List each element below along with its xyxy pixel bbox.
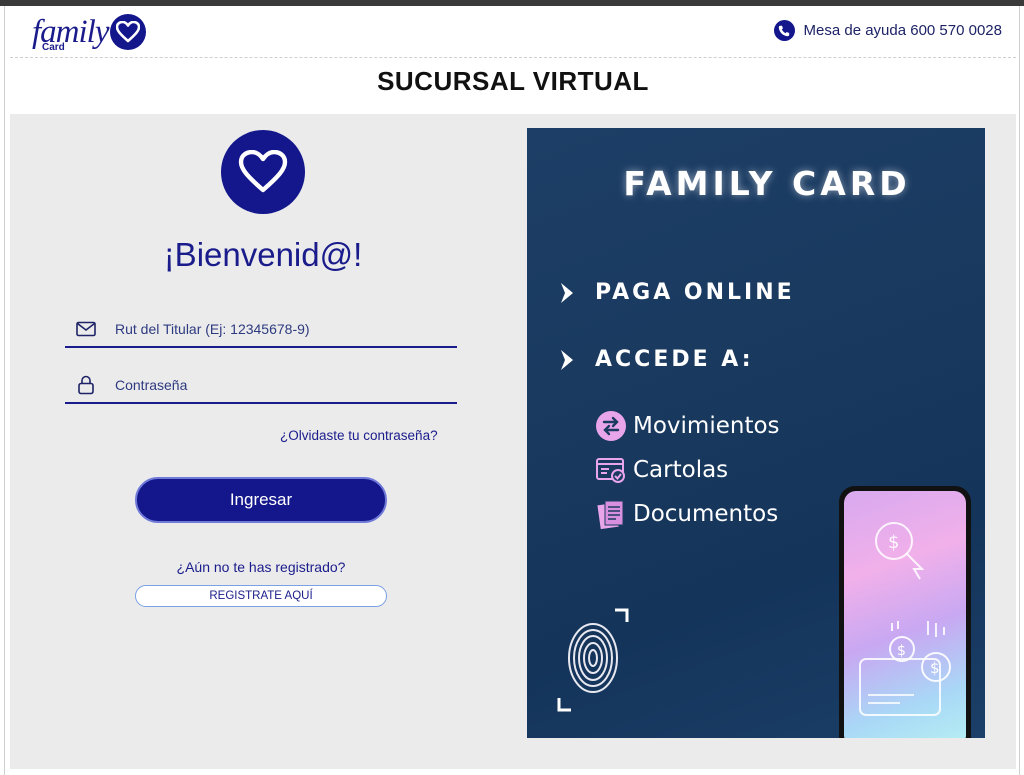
main-panel: ¡Bienvenid@! ¿Olvidaste tu contraseña? I… <box>10 114 1016 769</box>
logo-subtext: Card <box>42 41 65 53</box>
heart-icon <box>221 130 305 214</box>
svg-text:$: $ <box>897 643 906 659</box>
register-button[interactable]: REGISTRATE AQUÍ <box>135 585 387 607</box>
svg-text:$: $ <box>930 659 940 677</box>
not-registered-text: ¿Aún no te has registrado? <box>176 559 346 575</box>
envelope-icon <box>75 318 97 340</box>
promo-line2-label: ACCEDE A: <box>595 347 754 372</box>
promo-access: ACCEDE A: <box>557 347 754 372</box>
promo-item-label: Cartolas <box>633 457 729 483</box>
promo-item-movimientos: Movimientos <box>595 410 780 442</box>
documents-icon <box>595 498 627 530</box>
svg-text:$: $ <box>888 532 899 553</box>
rut-field <box>65 312 457 348</box>
site-header: family Card Mesa de ayuda 600 570 0028 <box>10 6 1016 58</box>
promo-line1-label: PAGA ONLINE <box>595 280 795 305</box>
page-title: SUCURSAL VIRTUAL <box>377 66 649 96</box>
transfer-icon <box>595 410 627 442</box>
phone-screen: $ $ $ <box>844 491 966 738</box>
welcome-heading: ¡Bienvenid@! <box>163 236 363 273</box>
promo-item-cartolas: Cartolas <box>595 454 728 486</box>
logo-wordmark: family Card <box>32 15 109 52</box>
helpdesk-label: Mesa de ayuda 600 570 0028 <box>803 22 1003 39</box>
statement-icon <box>595 454 627 486</box>
login-button[interactable]: Ingresar <box>135 477 387 523</box>
chevron-right-icon <box>561 349 573 370</box>
heart-icon <box>110 14 147 50</box>
promo-item-documentos: Documentos <box>595 498 778 530</box>
forgot-password-link[interactable]: ¿Olvidaste tu contraseña? <box>280 428 438 443</box>
promo-banner: FAMILY CARD PAGA ONLINE ACCEDE A: Movimi… <box>527 128 985 738</box>
fingerprint-icon <box>557 608 629 712</box>
phone-illustration: $ $ $ <box>839 486 971 738</box>
family-card-logo[interactable]: family Card <box>32 10 147 54</box>
payment-icon: $ $ $ <box>859 522 951 716</box>
promo-pay-online: PAGA ONLINE <box>557 280 795 305</box>
helpdesk-contact[interactable]: Mesa de ayuda 600 570 0028 <box>773 20 1003 41</box>
chevron-right-icon <box>561 282 573 303</box>
promo-item-label: Documentos <box>633 501 779 527</box>
password-field <box>65 368 457 404</box>
phone-icon <box>773 20 795 41</box>
password-input[interactable] <box>115 370 457 400</box>
lock-icon <box>75 374 97 396</box>
promo-item-label: Movimientos <box>633 413 780 439</box>
rut-input[interactable] <box>115 314 457 344</box>
promo-title: FAMILY CARD <box>623 164 911 203</box>
